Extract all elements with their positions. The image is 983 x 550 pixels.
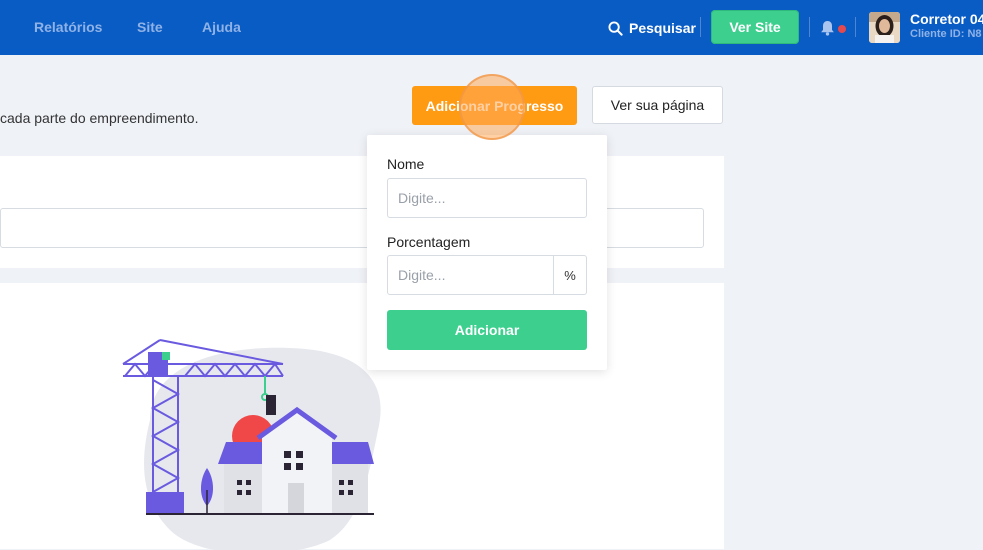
ver-site-button[interactable]: Ver Site <box>711 10 799 44</box>
name-label: Nome <box>387 156 425 172</box>
view-page-button[interactable]: Ver sua página <box>592 86 723 124</box>
adicionar-button[interactable]: Adicionar <box>387 310 587 350</box>
search-label: Pesquisar <box>629 20 696 36</box>
nav-item-ajuda[interactable]: Ajuda <box>202 19 241 35</box>
percentage-input[interactable] <box>387 255 554 295</box>
notification-dot-icon <box>838 25 846 33</box>
name-input[interactable] <box>387 178 587 218</box>
percent-suffix: % <box>553 255 587 295</box>
divider <box>855 17 856 37</box>
divider <box>809 17 810 37</box>
avatar-image <box>869 12 900 43</box>
add-progress-button[interactable]: Adicionar Progresso <box>412 86 577 125</box>
bell-icon[interactable] <box>820 20 835 36</box>
page-description: cada parte do empreendimento. <box>0 110 199 126</box>
nav-item-relatorios[interactable]: Relatórios <box>34 19 102 35</box>
search-icon <box>608 20 623 36</box>
avatar[interactable] <box>869 12 900 43</box>
top-navbar: Relatórios Site Ajuda Pesquisar Ver Site… <box>0 0 983 55</box>
nav-item-site[interactable]: Site <box>137 19 163 35</box>
client-id: Cliente ID: N8 <box>910 28 982 40</box>
add-progress-popover: Nome Porcentagem % Adicionar <box>367 135 607 370</box>
percentage-label: Porcentagem <box>387 234 471 250</box>
divider <box>700 17 701 37</box>
user-name[interactable]: Corretor 04 <box>910 11 983 27</box>
percentage-input-group: % <box>387 255 587 295</box>
construction-illustration <box>122 339 381 550</box>
search-button[interactable]: Pesquisar <box>608 18 696 38</box>
